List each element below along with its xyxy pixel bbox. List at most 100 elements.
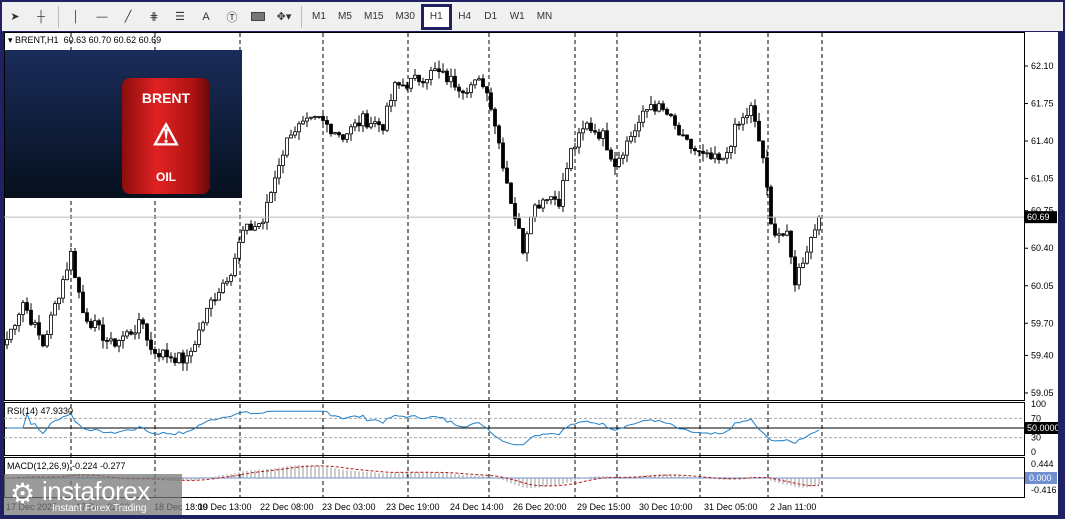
timeframe-h1[interactable]: H1 [420, 3, 452, 30]
candle-body [689, 138, 693, 149]
timeframe-h4[interactable]: H4 [452, 5, 478, 29]
candle-body [225, 280, 229, 284]
candle-body [241, 229, 245, 243]
candle-body [265, 201, 269, 223]
crosshair-icon[interactable]: ┼ [28, 5, 54, 29]
candle-body [745, 115, 749, 119]
candle-body [541, 199, 545, 209]
candle-body [461, 90, 465, 94]
candle-body [213, 299, 217, 302]
fibonacci-icon[interactable]: ☰ [167, 5, 193, 29]
candle-body [589, 122, 593, 132]
fibonacci-fan-icon[interactable]: ⋕ [141, 5, 167, 29]
candle-body [441, 70, 445, 73]
rsi-value-label: 50.0000 [1027, 423, 1058, 433]
rsi-label: RSI(14) 47.9330 [7, 406, 73, 416]
candle-body [805, 251, 809, 264]
candle-body [253, 226, 257, 231]
candle-body [129, 331, 133, 335]
shapes-dropdown-icon[interactable]: ✥▾ [271, 5, 297, 29]
ohlc-values: 60.63 60.70 60.62 60.69 [63, 35, 162, 45]
candle-body [717, 153, 721, 161]
candle-body [169, 356, 173, 359]
candle-body [25, 302, 29, 311]
rectangle-icon[interactable] [245, 5, 271, 29]
label-icon[interactable]: Ⓣ [219, 5, 245, 29]
price-tick-label: 60.40 [1031, 243, 1054, 253]
horizontal-line-icon[interactable]: — [89, 5, 115, 29]
price-tick-label: 62.10 [1031, 61, 1054, 71]
chart-area[interactable]: 62.10 61.75 61.40 61.05 60.75 60.40 60.05 59.70… [4, 32, 1058, 515]
candle-body [341, 134, 345, 140]
candle-body [693, 148, 697, 152]
candle-body [57, 297, 61, 305]
timeframe-w1[interactable]: W1 [504, 5, 531, 29]
candle-body [733, 123, 737, 147]
timeframe-m5[interactable]: M5 [332, 5, 358, 29]
price-tick-label: 59.70 [1031, 318, 1054, 328]
candle-body [657, 103, 661, 112]
candle-body [813, 229, 817, 238]
candle-body [245, 223, 249, 231]
vertical-line-icon[interactable]: │ [63, 5, 89, 29]
candle-body [281, 154, 285, 166]
candle-body [573, 146, 577, 150]
time-label: 30 Dec 10:00 [639, 502, 693, 512]
candle-body [433, 68, 437, 71]
candle-body [345, 133, 349, 140]
candle-body [537, 204, 541, 209]
current-price-label: 60.69 [1027, 212, 1050, 222]
rsi-level-label: 30 [1031, 433, 1041, 443]
candle-body [473, 79, 477, 86]
candle-body [497, 125, 501, 144]
timeframe-m30[interactable]: M30 [389, 5, 420, 29]
candle-body [353, 122, 357, 128]
candle-body [729, 146, 733, 153]
candle-body [457, 86, 461, 92]
candle-body [273, 177, 277, 193]
candle-body [597, 131, 601, 139]
candle-body [621, 154, 625, 159]
timeframe-m15[interactable]: M15 [358, 5, 389, 29]
candle-body [593, 130, 597, 133]
candle-body [261, 221, 265, 225]
trendline-icon[interactable]: ╱ [115, 5, 141, 29]
candle-body [761, 140, 765, 159]
barrel-top-text: BRENT [141, 90, 191, 106]
candle-body [81, 291, 85, 314]
candle-body [113, 338, 117, 347]
timeframe-mn[interactable]: MN [531, 5, 559, 29]
candle-body [201, 322, 205, 331]
candle-body [525, 233, 529, 254]
candle-body [65, 269, 69, 281]
candle-body [609, 149, 613, 160]
candle-body [209, 299, 213, 309]
timeframe-m1[interactable]: M1 [306, 5, 332, 29]
candle-body [705, 152, 709, 155]
cursor-icon[interactable]: ➤ [2, 5, 28, 29]
price-tick-label: 61.75 [1031, 99, 1054, 109]
candle-body [197, 329, 201, 345]
candle-body [93, 320, 97, 328]
symbol-label: BRENT,H1 [15, 35, 59, 45]
candle-body [389, 100, 393, 107]
candle-body [785, 230, 789, 236]
time-label: 23 Dec 19:00 [386, 502, 440, 512]
candle-body [381, 124, 385, 131]
divider [301, 5, 302, 28]
candle-body [769, 186, 773, 225]
timeframe-d1[interactable]: D1 [478, 5, 504, 29]
candle-body [521, 228, 525, 254]
candle-body [673, 115, 677, 126]
candle-body [429, 70, 433, 80]
candle-body [449, 75, 453, 83]
candle-body [377, 121, 381, 126]
candle-body [417, 74, 421, 82]
text-icon[interactable]: A [193, 5, 219, 29]
macd-level-label: -0.416 [1031, 485, 1057, 495]
candle-body [445, 70, 449, 83]
candle-body [313, 116, 317, 118]
candle-body [349, 126, 353, 135]
candle-body [69, 250, 73, 271]
price-tick-label: 61.40 [1031, 136, 1054, 146]
